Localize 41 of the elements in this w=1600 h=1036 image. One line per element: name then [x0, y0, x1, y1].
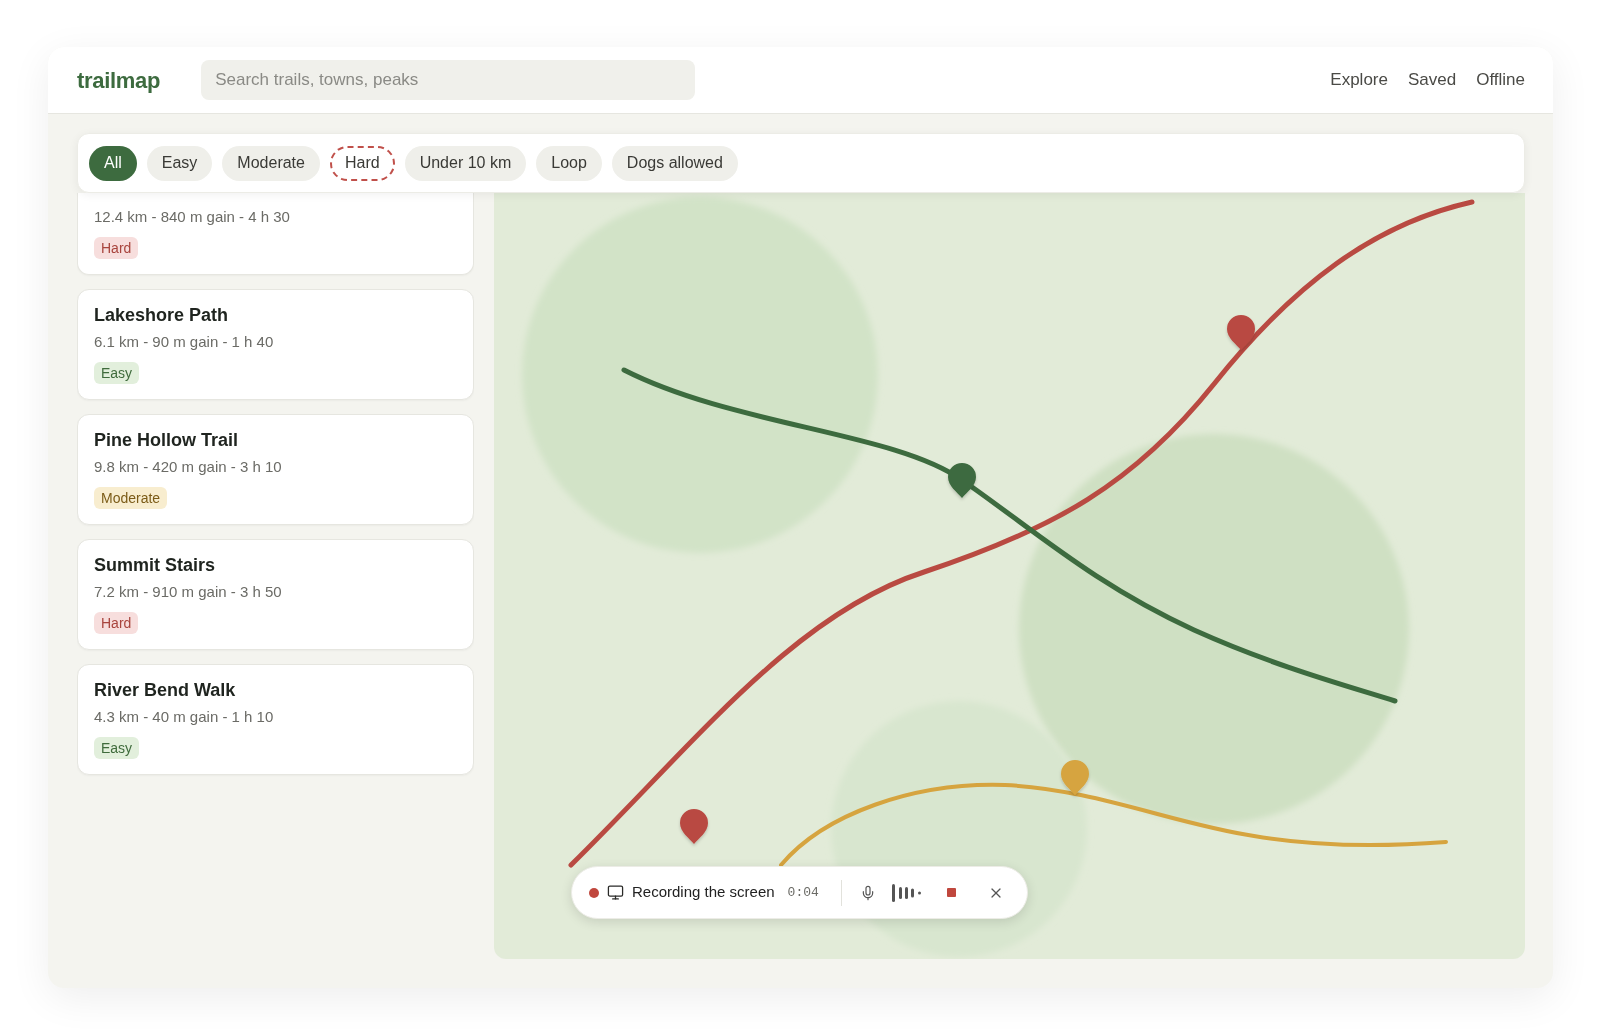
- recording-label: Recording the screen: [632, 882, 775, 903]
- filter-chip[interactable]: All: [89, 145, 137, 181]
- audio-level-icon: [891, 883, 924, 902]
- nav-link[interactable]: Saved: [1407, 67, 1457, 93]
- nav-link[interactable]: Offline: [1476, 67, 1525, 93]
- nav-link[interactable]: Explore: [1330, 67, 1388, 93]
- filter-chip[interactable]: Dogs allowed: [611, 145, 738, 181]
- trail-title: Lakeshore Path: [94, 304, 229, 326]
- difficulty-tag: Easy: [94, 737, 140, 759]
- trail-stats: 7.2 km - 910 m gain - 3 h 50: [94, 582, 282, 602]
- map-pin-icon[interactable]: [680, 809, 708, 844]
- difficulty-tag: Hard: [94, 237, 139, 259]
- trail-stats: 12.4 km - 840 m gain - 4 h 30: [94, 207, 290, 227]
- stop-button[interactable]: [946, 888, 956, 897]
- difficulty-tag: Hard: [94, 612, 139, 634]
- search-field[interactable]: Search trails, towns, peaks: [201, 60, 696, 100]
- map-panel[interactable]: Recording the screen 0:04: [494, 193, 1525, 959]
- recording-time: 0:04: [787, 883, 819, 902]
- trail-card[interactable]: Pine Hollow Trail 9.8 km - 420 m gain - 3 h 10 Moderate: [77, 414, 474, 525]
- stop-icon: [946, 888, 956, 897]
- trail-card[interactable]: River Bend Walk 4.3 km - 40 m gain - 1 h 10 Easy: [77, 664, 474, 775]
- filter-chip[interactable]: Under 10 km: [404, 145, 527, 181]
- filter-chip[interactable]: Hard: [329, 145, 395, 181]
- trail-card[interactable]: Lakeshore Path 6.1 km - 90 m gain - 1 h 40 Easy: [77, 289, 474, 400]
- difficulty-tag: Easy: [94, 362, 140, 384]
- filter-chip[interactable]: Moderate: [222, 145, 320, 181]
- map-pin-icon[interactable]: [948, 463, 976, 498]
- trail-title: Pine Hollow Trail: [94, 429, 239, 451]
- trail-title: Summit Stairs: [94, 554, 216, 576]
- monitor-icon: [607, 884, 624, 901]
- trail-stats: 6.1 km - 90 m gain - 1 h 40: [94, 332, 274, 352]
- trail-title: River Bend Walk: [94, 679, 236, 701]
- trail-stats: 9.8 km - 420 m gain - 3 h 10: [94, 457, 282, 477]
- logo[interactable]: trailmap: [77, 63, 161, 97]
- trail-card[interactable]: Summit Stairs 7.2 km - 910 m gain - 3 h 50 Hard: [77, 539, 474, 650]
- difficulty-tag: Moderate: [94, 487, 168, 509]
- trail-stats: 4.3 km - 40 m gain - 1 h 10: [94, 707, 274, 727]
- trail-card[interactable]: 12.4 km - 840 m gain - 4 h 30 Hard: [77, 193, 474, 275]
- filter-chip[interactable]: Loop: [536, 145, 602, 181]
- filter-chip[interactable]: Easy: [146, 145, 213, 181]
- map-pin-icon[interactable]: [1227, 315, 1255, 350]
